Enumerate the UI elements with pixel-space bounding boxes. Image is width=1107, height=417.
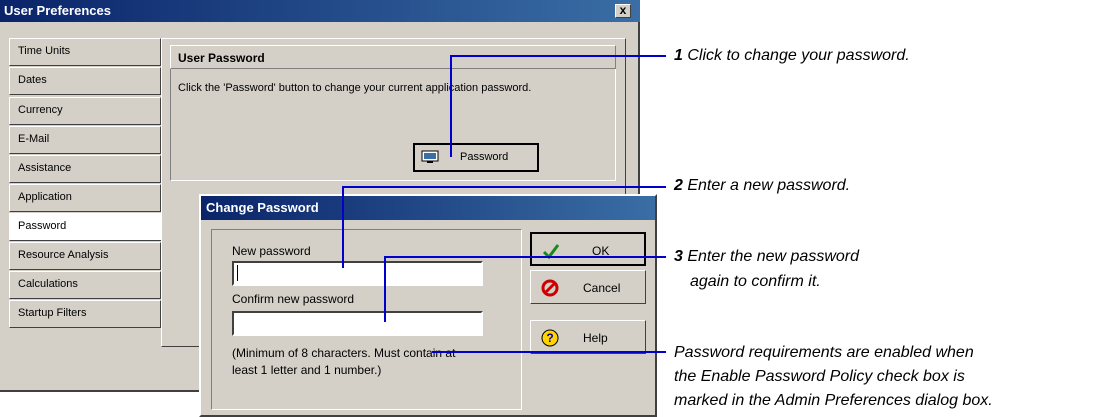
sidebar-item-currency[interactable]: Currency (9, 97, 161, 125)
callout-line-4 (432, 351, 666, 353)
prefs-title: User Preferences (4, 3, 111, 18)
help-label: Help (583, 331, 608, 345)
help-icon: ? (541, 329, 559, 347)
password-button-label: Password (460, 151, 509, 163)
callout-3-line1: Enter the new password (687, 248, 860, 265)
new-password-label: New password (232, 244, 311, 258)
callout-2: 2 Enter a new password. (674, 174, 850, 198)
cancel-button[interactable]: Cancel (530, 270, 646, 304)
password-description: Click the 'Password' button to change yo… (178, 82, 532, 94)
text-cursor (237, 265, 238, 281)
callout-4-line2: the Enable Password Policy check box is (674, 368, 965, 385)
callout-2-number: 2 (674, 177, 683, 194)
sidebar-item-password[interactable]: Password (9, 213, 161, 241)
sidebar-item-startup-filters[interactable]: Startup Filters (9, 300, 161, 328)
sidebar-item-assistance[interactable]: Assistance (9, 155, 161, 183)
change-password-title: Change Password (206, 200, 319, 215)
confirm-password-label: Confirm new password (232, 292, 355, 306)
callout-line-3-horizontal (384, 256, 666, 258)
callout-4-line1: Password requirements are enabled when (674, 344, 974, 361)
sidebar-item-dates[interactable]: Dates (9, 67, 161, 95)
password-button[interactable]: Password (413, 143, 539, 172)
ok-button[interactable]: OK (530, 232, 646, 266)
confirm-password-field[interactable] (232, 311, 483, 336)
section-title: User Password (178, 51, 265, 65)
callout-line-2-horizontal (342, 186, 666, 188)
callout-1-text: Click to change your password. (687, 47, 910, 64)
close-button[interactable]: x (615, 4, 631, 18)
password-icon (421, 150, 439, 163)
cancel-icon (541, 279, 559, 297)
callout-2-text: Enter a new password. (687, 177, 851, 194)
callout-3: 3 Enter the new password (674, 245, 859, 269)
sidebar-item-email[interactable]: E-Mail (9, 126, 161, 154)
callout-1: 1 Click to change your password. (674, 44, 910, 68)
callout-4-line3: marked in the Admin Preferences dialog b… (674, 392, 993, 409)
callout-line-3-vertical (384, 256, 386, 322)
callout-line-1-vertical (450, 55, 452, 157)
sidebar-item-resource-analysis[interactable]: Resource Analysis (9, 242, 161, 270)
new-password-field[interactable] (232, 261, 483, 286)
sidebar-item-time-units[interactable]: Time Units (9, 38, 161, 66)
cancel-label: Cancel (583, 281, 621, 295)
sidebar-item-application[interactable]: Application (9, 184, 161, 212)
preferences-sidebar: Time Units Dates Currency E-Mail Assista… (9, 38, 161, 340)
help-button[interactable]: ? Help (530, 320, 646, 354)
callout-1-number: 1 (674, 47, 683, 64)
callout-3-line2: again to confirm it. (690, 273, 821, 290)
callout-line-2-vertical (342, 186, 344, 268)
callout-3-number: 3 (674, 248, 683, 265)
svg-text:?: ? (546, 331, 553, 345)
sidebar-item-calculations[interactable]: Calculations (9, 271, 161, 299)
callout-line-1-horizontal (450, 55, 666, 57)
